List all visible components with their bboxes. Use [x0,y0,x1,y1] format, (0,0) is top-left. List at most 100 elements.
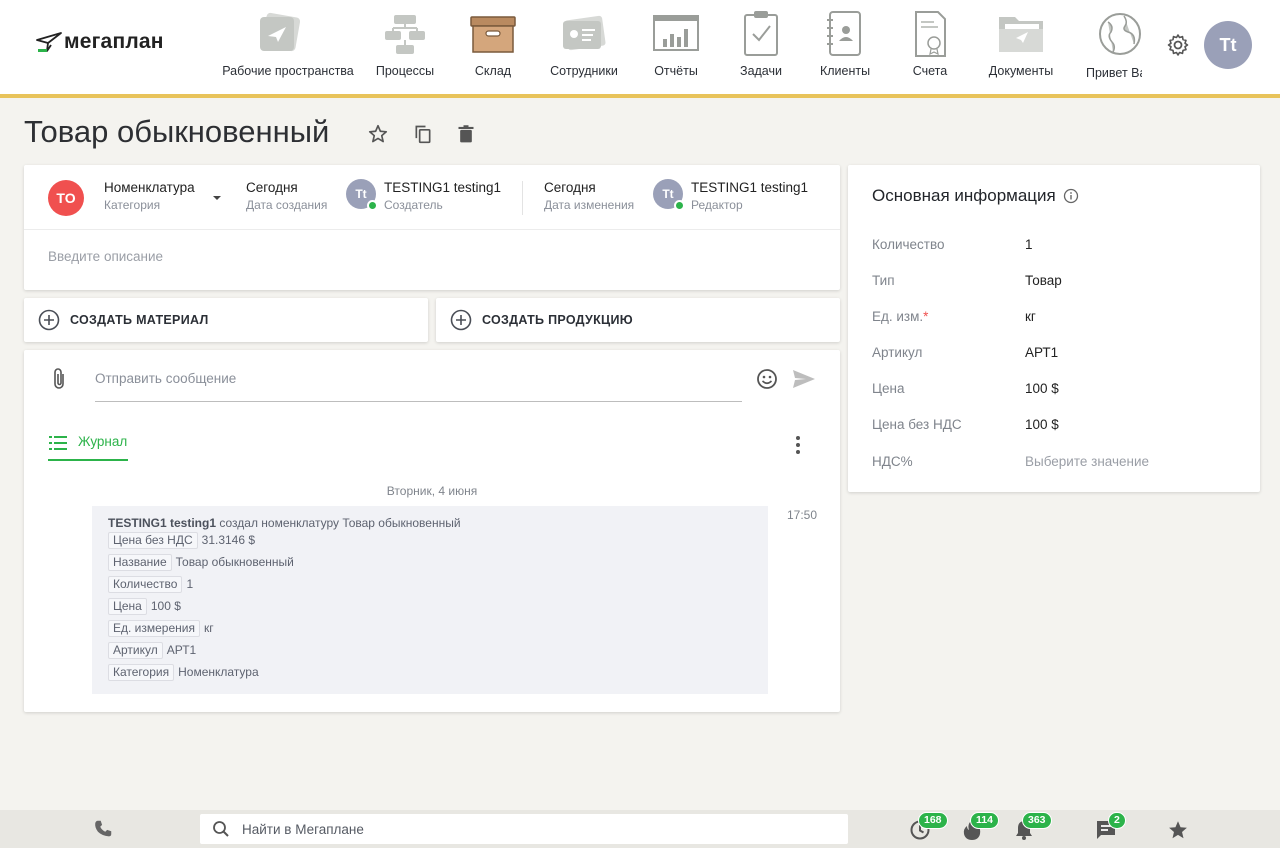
logo[interactable]: мегаплан [36,30,164,54]
info-key: Количество [872,237,945,252]
entry-field-value: АРТ1 [166,643,197,657]
nav-invoices[interactable]: Счета [885,10,975,78]
entry-field-key: Цена [108,597,147,615]
info-key: Цена без НДС [872,417,962,432]
category-field[interactable]: Номенклатура Категория [104,180,195,212]
journal-entry: TESTING1 testing1 создал номенклатуру То… [92,506,768,694]
add-circle-icon [450,309,472,331]
favorites-star-icon[interactable] [1166,818,1190,842]
dropdown-caret-icon[interactable] [212,190,222,208]
entry-field-row: Название Товар обыкновенный [108,553,752,571]
editor-field: TESTING1 testing1 Редактор [691,180,808,212]
globe-icon [1098,10,1142,63]
message-input[interactable]: Отправить сообщение [95,369,742,402]
attach-paperclip-icon[interactable] [50,367,68,396]
page-title: Товар обыкновенный [24,114,330,149]
info-value: 100 $ [1025,381,1059,396]
nav-documents[interactable]: Документы [976,10,1066,78]
processes-icon [379,10,431,58]
journal-label: Журнал [78,434,128,449]
creator-avatar[interactable]: Tt [346,179,378,211]
online-status-dot [674,200,685,211]
send-icon[interactable] [792,369,816,394]
creator-value[interactable]: TESTING1 testing1 [384,180,501,195]
copy-icon[interactable] [411,122,435,146]
info-key: Ед. изм. [872,309,924,324]
logo-icon [36,32,62,52]
clients-icon [819,10,871,58]
nav-greeting[interactable]: Привет Ва [1082,10,1142,86]
entry-field-key: Ед. измерения [108,619,200,637]
modified-label: Дата изменения [544,198,635,212]
settings-gear-icon[interactable] [1166,33,1190,62]
create-material-button[interactable]: СОЗДАТЬ МАТЕРИАЛ [24,298,428,342]
nav-label: Клиенты [819,64,871,78]
hot-button[interactable]: 114 [960,812,999,842]
bottom-bar: Найти в Мегаплане 168 114 363 2 [0,810,1280,848]
entry-field-row: Ед. измерения кг [108,619,752,637]
logo-text: мегаплан [64,30,164,53]
nav-employees[interactable]: Сотрудники [539,10,629,78]
info-key: Тип [872,273,895,288]
notifications-button[interactable]: 363 [1012,812,1052,842]
description-input[interactable]: Введите описание [48,249,163,264]
entry-action: создал номенклатуру Товар обыкновенный [219,516,461,530]
editor-avatar[interactable]: Tt [653,179,685,211]
messages-count-badge: 2 [1108,812,1126,829]
tab-journal[interactable]: Журнал [48,434,129,461]
search-icon [213,821,229,837]
nav-reports[interactable]: Отчёты [631,10,721,78]
info-card-title: Основная информация [872,186,1079,206]
phone-icon[interactable] [91,817,115,841]
entry-field-key: Цена без НДС [108,531,198,549]
delete-trash-icon[interactable] [454,122,478,146]
nav-processes[interactable]: Процессы [360,10,450,78]
nav-clients[interactable]: Клиенты [800,10,890,78]
activity-button[interactable]: 168 [908,812,948,842]
create-material-label: СОЗДАТЬ МАТЕРИАЛ [70,313,209,327]
entry-field-key: Артикул [108,641,163,659]
vat-select[interactable]: Выберите значение [1025,454,1149,469]
editor-value[interactable]: TESTING1 testing1 [691,180,808,195]
warehouse-icon [467,10,519,58]
workspaces-icon [254,10,306,58]
activity-count-badge: 168 [918,812,948,829]
info-value: кг [1025,309,1036,324]
entry-field-row: Количество 1 [108,575,752,593]
creator-field: TESTING1 testing1 Создатель [384,180,501,212]
employees-icon [558,10,610,58]
entry-header: TESTING1 testing1 создал номенклатуру То… [108,516,752,530]
info-key: Артикул [872,345,923,360]
nav-label: Задачи [740,64,782,78]
nav-label: Склад [474,64,512,78]
messages-button[interactable]: 2 [1094,812,1126,842]
emoji-smile-icon[interactable] [756,368,778,395]
entry-author[interactable]: TESTING1 testing1 [108,516,216,530]
nav-warehouse[interactable]: Склад [448,10,538,78]
created-date-field: Сегодня Дата создания [246,180,327,212]
search-placeholder: Найти в Мегаплане [242,821,364,837]
info-icon[interactable] [1063,188,1079,204]
global-search-input[interactable]: Найти в Мегаплане [200,814,848,844]
entry-field-value: кг [203,621,214,635]
entry-field-value: 1 [186,577,194,591]
info-key: НДС% [872,454,913,469]
nav-label: Привет Ва [1086,66,1142,80]
nav-workspaces[interactable]: Рабочие пространства [222,10,354,78]
favorite-star-icon[interactable] [366,122,390,146]
user-avatar[interactable]: Tt [1204,21,1252,69]
editor-initials: Tt [662,187,674,201]
created-value: Сегодня [246,180,298,195]
entry-field-row: Цена без НДС 31.3146 $ [108,531,752,549]
notifications-count-badge: 363 [1022,812,1052,829]
entry-field-value: 100 $ [150,599,181,613]
nav-tasks[interactable]: Задачи [716,10,806,78]
more-vert-icon[interactable] [788,434,808,461]
category-label: Категория [104,198,161,212]
create-product-button[interactable]: СОЗДАТЬ ПРОДУКЦИЮ [436,298,840,342]
divider [24,229,840,230]
divider [522,181,523,215]
info-key: Цена [872,381,905,396]
entry-field-row: Категория Номенклатура [108,663,752,681]
entry-field-key: Количество [108,575,183,593]
